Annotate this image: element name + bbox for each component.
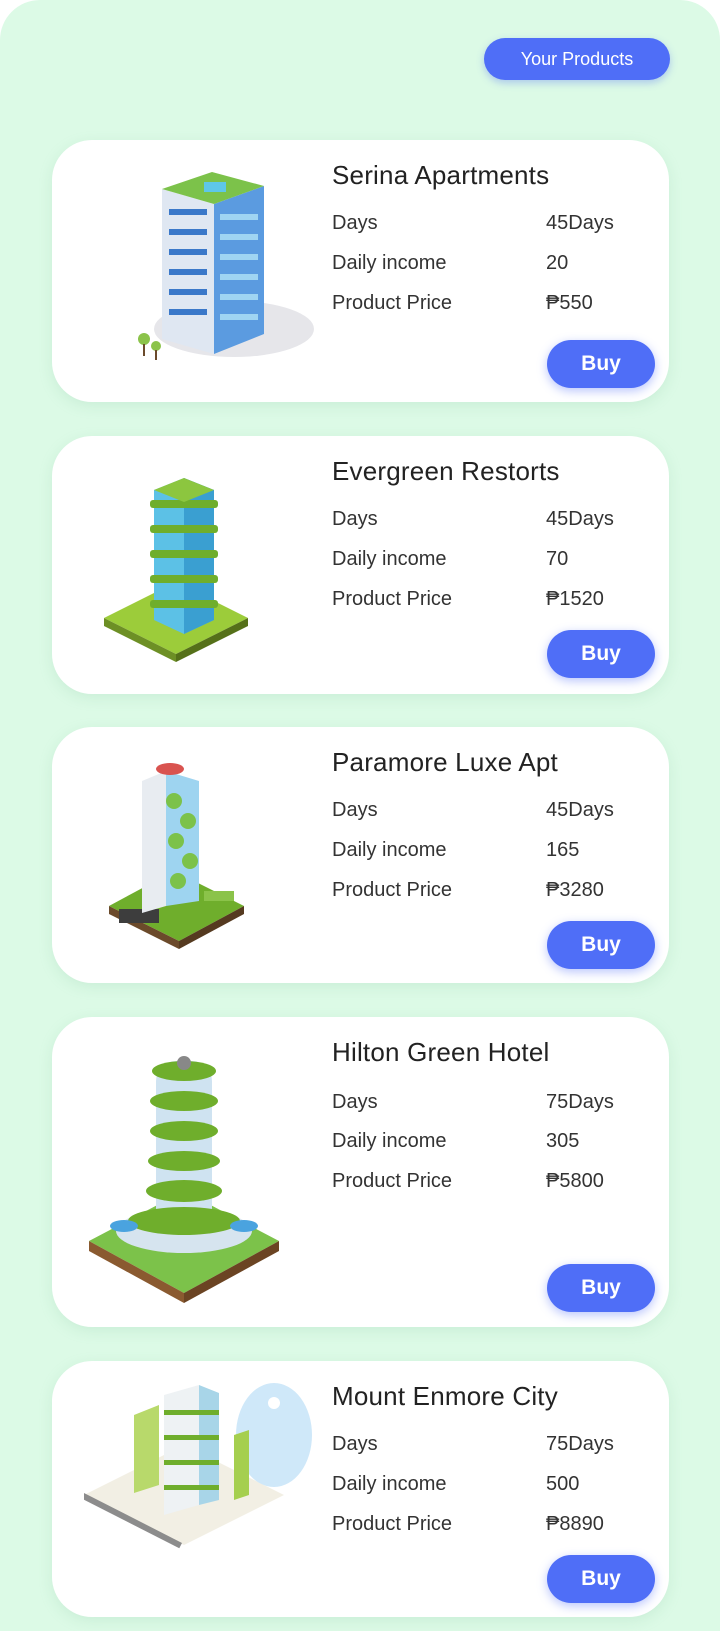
buy-button[interactable]: Buy: [547, 340, 655, 388]
days-label: Days: [332, 508, 378, 530]
income-label: Daily income: [332, 252, 447, 274]
buy-button[interactable]: Buy: [547, 630, 655, 678]
product-card: Evergreen Restorts Days 45Days Daily inc…: [52, 436, 669, 694]
product-name: Evergreen Restorts: [332, 456, 560, 486]
green-tower-icon: [84, 450, 334, 670]
price-value: ₱1520: [546, 588, 604, 610]
days-value: 75Days: [546, 1091, 614, 1113]
income-value: 500: [546, 1473, 580, 1495]
income-label: Daily income: [332, 1130, 447, 1152]
product-card: Paramore Luxe Apt Days 45Days Daily inco…: [52, 727, 669, 983]
days-label: Days: [332, 1091, 378, 1113]
days-value: 45Days: [546, 212, 614, 234]
income-value: 20: [546, 252, 569, 274]
days-value: 45Days: [546, 799, 614, 821]
income-value: 70: [546, 548, 569, 570]
price-value: ₱8890: [546, 1513, 604, 1535]
product-name: Serina Apartments: [332, 160, 550, 190]
income-value: 165: [546, 839, 580, 861]
income-value: 305: [546, 1130, 580, 1152]
price-label: Product Price: [332, 879, 453, 901]
product-card: Serina Apartments Days 45Days Daily inco…: [52, 140, 669, 402]
days-label: Days: [332, 1433, 378, 1455]
income-label: Daily income: [332, 839, 447, 861]
buy-button[interactable]: Buy: [547, 1264, 655, 1312]
product-name: Mount Enmore City: [332, 1381, 558, 1411]
days-label: Days: [332, 799, 378, 821]
apartment-building-icon: [84, 154, 334, 374]
days-value: 75Days: [546, 1433, 614, 1455]
income-label: Daily income: [332, 548, 447, 570]
product-card: Mount Enmore City Days 75Days Daily inco…: [52, 1361, 669, 1617]
helipad-tower-icon: [84, 741, 334, 961]
buy-button[interactable]: Buy: [547, 1555, 655, 1603]
price-value: ₱550: [546, 292, 593, 314]
your-products-button[interactable]: Your Products: [484, 38, 670, 80]
price-label: Product Price: [332, 292, 453, 314]
product-name: Paramore Luxe Apt: [332, 747, 558, 777]
price-label: Product Price: [332, 588, 453, 610]
product-name: Hilton Green Hotel: [332, 1037, 550, 1067]
buy-button[interactable]: Buy: [547, 921, 655, 969]
income-label: Daily income: [332, 1473, 447, 1495]
round-green-hotel-icon: [84, 1031, 334, 1311]
product-card: Hilton Green Hotel Days 75Days Daily inc…: [52, 1017, 669, 1327]
days-value: 45Days: [546, 508, 614, 530]
price-label: Product Price: [332, 1513, 453, 1535]
products-screen: Your Products Serina Apartments Days 45D…: [0, 0, 720, 1631]
days-label: Days: [332, 212, 378, 234]
price-value: ₱5800: [546, 1170, 604, 1192]
city-block-icon: [84, 1375, 334, 1555]
price-label: Product Price: [332, 1170, 453, 1192]
price-value: ₱3280: [546, 879, 604, 901]
